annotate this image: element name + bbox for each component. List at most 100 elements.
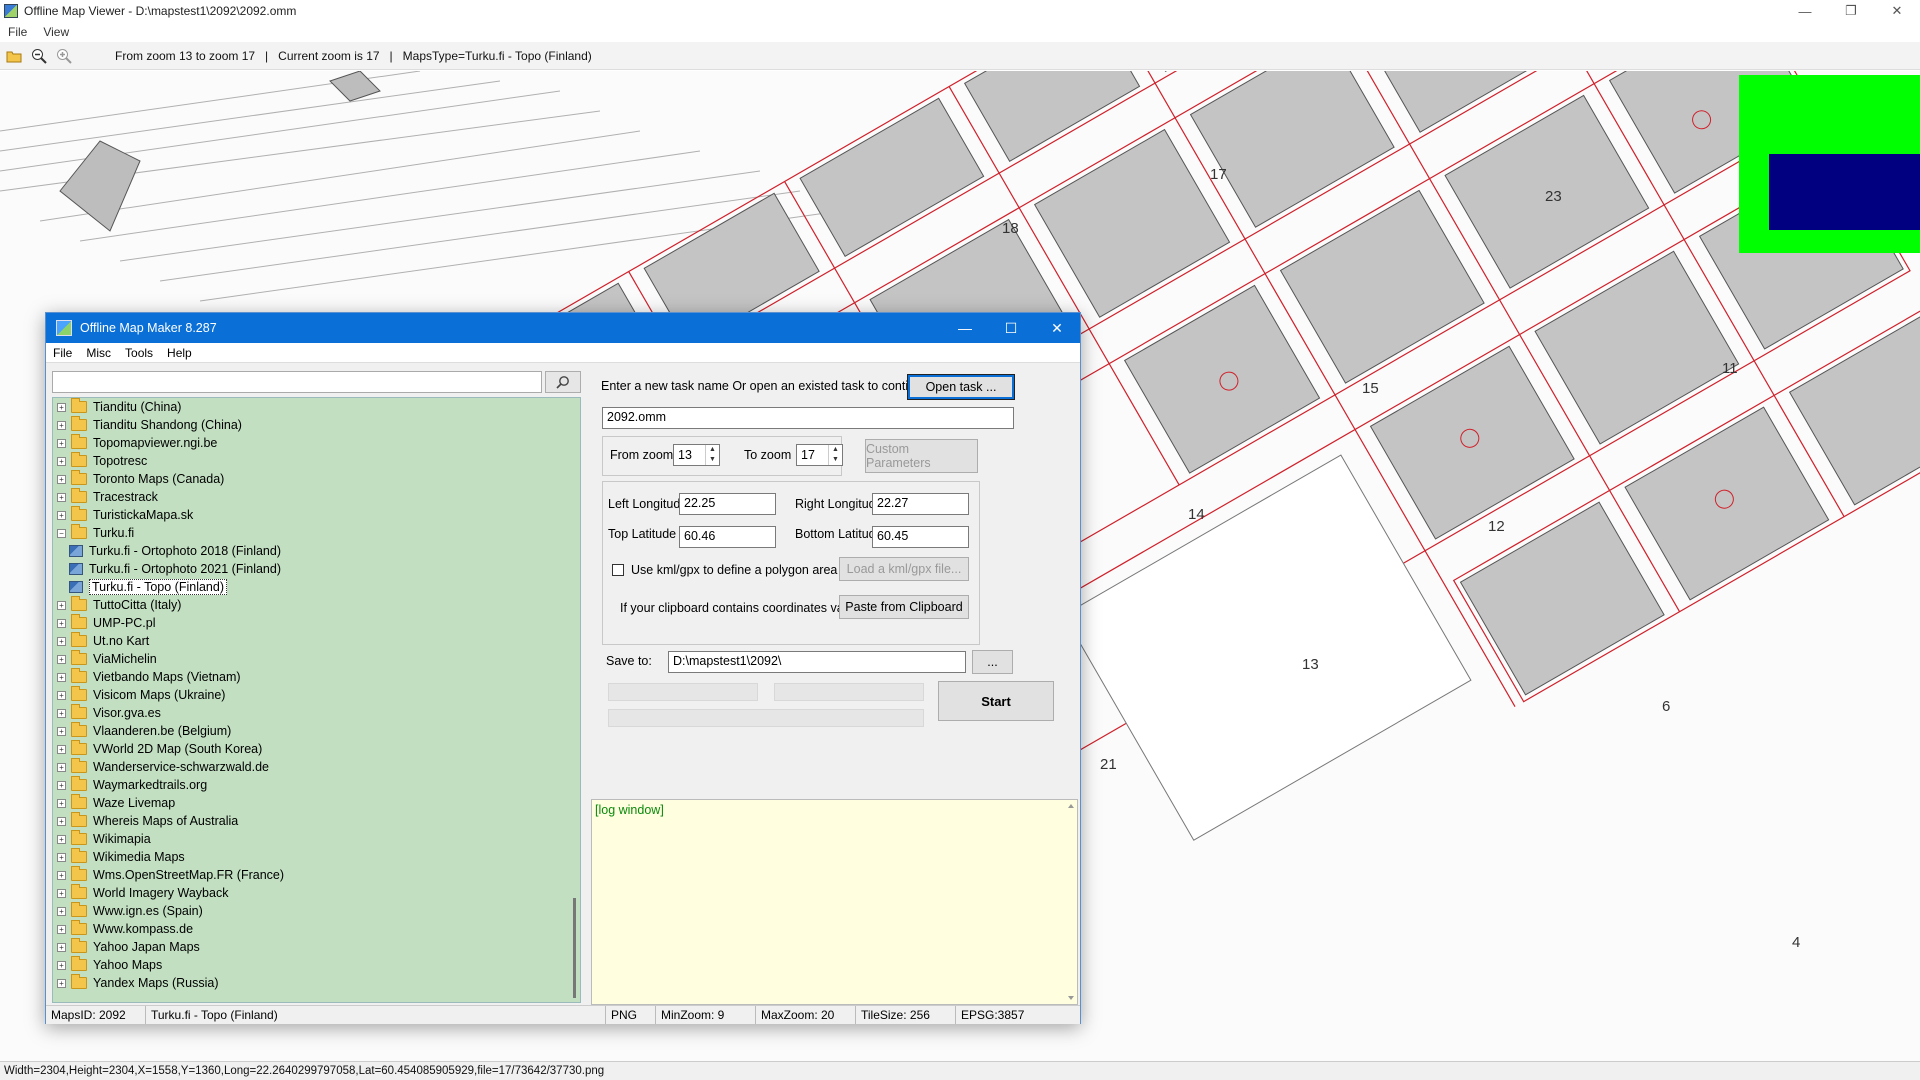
expand-icon[interactable]: + xyxy=(57,978,66,988)
tree-folder-item[interactable]: + Wikimedia Maps xyxy=(53,848,580,866)
browse-folder-button[interactable]: ... xyxy=(972,650,1013,674)
expand-icon[interactable]: + xyxy=(57,834,66,844)
expand-icon[interactable]: + xyxy=(57,888,66,898)
tree-map-item[interactable]: Turku.fi - Ortophoto 2021 (Finland) xyxy=(53,560,580,578)
dialog-menu-help[interactable]: Help xyxy=(160,346,199,360)
tree-folder-item[interactable]: + TuttoCitta (Italy) xyxy=(53,596,580,614)
tree-folder-item[interactable]: + UMP-PC.pl xyxy=(53,614,580,632)
spin-down-icon[interactable]: ▼ xyxy=(829,455,842,465)
dialog-maximize-icon[interactable]: ☐ xyxy=(988,313,1034,343)
expand-icon[interactable]: + xyxy=(57,672,66,682)
expand-icon[interactable]: + xyxy=(57,780,66,790)
tree-folder-item[interactable]: + Whereis Maps of Australia xyxy=(53,812,580,830)
tree-folder-item[interactable]: + Wms.OpenStreetMap.FR (France) xyxy=(53,866,580,884)
maximize-icon[interactable]: ❐ xyxy=(1828,0,1874,22)
dialog-close-icon[interactable]: ✕ xyxy=(1034,313,1080,343)
expand-icon[interactable]: + xyxy=(57,600,66,610)
paste-clipboard-button[interactable]: Paste from Clipboard xyxy=(839,595,969,619)
dialog-menu-misc[interactable]: Misc xyxy=(79,346,118,360)
tree-folder-item[interactable]: − Turku.fi xyxy=(53,524,580,542)
expand-icon[interactable]: + xyxy=(57,420,66,430)
expand-icon[interactable]: + xyxy=(57,798,66,808)
tree-folder-item[interactable]: + Www.kompass.de xyxy=(53,920,580,938)
expand-icon[interactable]: + xyxy=(57,942,66,952)
tree-folder-item[interactable]: + Topomapviewer.ngi.be xyxy=(53,434,580,452)
collapse-icon[interactable]: − xyxy=(57,528,66,538)
tree-folder-item[interactable]: + Vlaanderen.be (Belgium) xyxy=(53,722,580,740)
log-window[interactable]: [log window] xyxy=(591,799,1078,1005)
tree-folder-item[interactable]: + ViaMichelin xyxy=(53,650,580,668)
tree-folder-item[interactable]: + VWorld 2D Map (South Korea) xyxy=(53,740,580,758)
zoom-out-icon[interactable] xyxy=(28,45,50,67)
expand-icon[interactable]: + xyxy=(57,438,66,448)
from-zoom-spinner[interactable]: 13 ▲ ▼ xyxy=(673,444,720,466)
tree-folder-item[interactable]: + Vietbando Maps (Vietnam) xyxy=(53,668,580,686)
minimize-icon[interactable]: — xyxy=(1782,0,1828,22)
load-kml-button[interactable]: Load a kml/gpx file... xyxy=(839,557,969,581)
expand-icon[interactable]: + xyxy=(57,960,66,970)
tree-folder-item[interactable]: + Waze Livemap xyxy=(53,794,580,812)
tree-folder-item[interactable]: + Topotresc xyxy=(53,452,580,470)
expand-icon[interactable]: + xyxy=(57,636,66,646)
expand-icon[interactable]: + xyxy=(57,690,66,700)
to-zoom-spinner[interactable]: 17 ▲ ▼ xyxy=(796,444,843,466)
open-task-button[interactable]: Open task ... xyxy=(907,374,1015,400)
expand-icon[interactable]: + xyxy=(57,474,66,484)
dialog-minimize-icon[interactable]: — xyxy=(942,313,988,343)
tree-folder-item[interactable]: + Yahoo Japan Maps xyxy=(53,938,580,956)
search-button[interactable] xyxy=(545,371,581,393)
expand-icon[interactable]: + xyxy=(57,402,66,412)
tree-folder-item[interactable]: + Yandex Maps (Russia) xyxy=(53,974,580,992)
zoom-in-icon[interactable] xyxy=(53,45,75,67)
expand-icon[interactable]: + xyxy=(57,852,66,862)
save-path-field[interactable]: D:\mapstest1\2092\ xyxy=(668,651,966,673)
right-longitude-field[interactable]: 22.27 xyxy=(872,493,969,515)
expand-icon[interactable]: + xyxy=(57,618,66,628)
expand-icon[interactable]: + xyxy=(57,510,66,520)
tree-folder-item[interactable]: + Tianditu Shandong (China) xyxy=(53,416,580,434)
expand-icon[interactable]: + xyxy=(57,744,66,754)
tree-folder-item[interactable]: + Www.ign.es (Spain) xyxy=(53,902,580,920)
tree-map-item[interactable]: Turku.fi - Topo (Finland) xyxy=(53,578,580,596)
close-icon[interactable]: ✕ xyxy=(1874,0,1920,22)
dialog-menu-file[interactable]: File xyxy=(46,346,79,360)
tree-folder-item[interactable]: + Visicom Maps (Ukraine) xyxy=(53,686,580,704)
start-button[interactable]: Start xyxy=(938,681,1054,721)
tree-scrollbar[interactable] xyxy=(570,398,580,1002)
spin-up-icon[interactable]: ▲ xyxy=(829,445,842,455)
kml-polygon-checkbox[interactable] xyxy=(612,564,624,576)
tree-folder-item[interactable]: + Yahoo Maps xyxy=(53,956,580,974)
top-latitude-field[interactable]: 60.46 xyxy=(679,526,776,548)
tree-folder-item[interactable]: + Wanderservice-schwarzwald.de xyxy=(53,758,580,776)
spin-up-icon[interactable]: ▲ xyxy=(706,445,719,455)
tree-folder-item[interactable]: + Visor.gva.es xyxy=(53,704,580,722)
menu-file[interactable]: File xyxy=(0,25,35,39)
tree-folder-item[interactable]: + Toronto Maps (Canada) xyxy=(53,470,580,488)
menu-view[interactable]: View xyxy=(35,25,77,39)
expand-icon[interactable]: + xyxy=(57,654,66,664)
dialog-menu-tools[interactable]: Tools xyxy=(118,346,160,360)
tree-folder-item[interactable]: + Tracestrack xyxy=(53,488,580,506)
expand-icon[interactable]: + xyxy=(57,726,66,736)
expand-icon[interactable]: + xyxy=(57,816,66,826)
tree-folder-item[interactable]: + TuristickaMapa.sk xyxy=(53,506,580,524)
left-longitude-field[interactable]: 22.25 xyxy=(679,493,776,515)
task-name-field[interactable]: 2092.omm xyxy=(602,407,1014,429)
open-folder-icon[interactable] xyxy=(3,45,25,67)
expand-icon[interactable]: + xyxy=(57,870,66,880)
custom-parameters-button[interactable]: Custom Parameters xyxy=(865,439,978,473)
tree-folder-item[interactable]: + Ut.no Kart xyxy=(53,632,580,650)
tree-folder-item[interactable]: + Wikimapia xyxy=(53,830,580,848)
spin-down-icon[interactable]: ▼ xyxy=(706,455,719,465)
tree-folder-item[interactable]: + Tianditu (China) xyxy=(53,398,580,416)
expand-icon[interactable]: + xyxy=(57,492,66,502)
map-source-tree[interactable]: + Tianditu (China) + Tianditu Shandong (Chi… xyxy=(52,397,581,1003)
tree-folder-item[interactable]: + Waymarkedtrails.org xyxy=(53,776,580,794)
expand-icon[interactable]: + xyxy=(57,456,66,466)
expand-icon[interactable]: + xyxy=(57,762,66,772)
tree-folder-item[interactable]: + World Imagery Wayback xyxy=(53,884,580,902)
bottom-latitude-field[interactable]: 60.45 xyxy=(872,526,969,548)
dialog-title-bar[interactable]: Offline Map Maker 8.287 — ☐ ✕ xyxy=(46,313,1080,343)
expand-icon[interactable]: + xyxy=(57,906,66,916)
log-scrollbar[interactable] xyxy=(1065,800,1077,1004)
